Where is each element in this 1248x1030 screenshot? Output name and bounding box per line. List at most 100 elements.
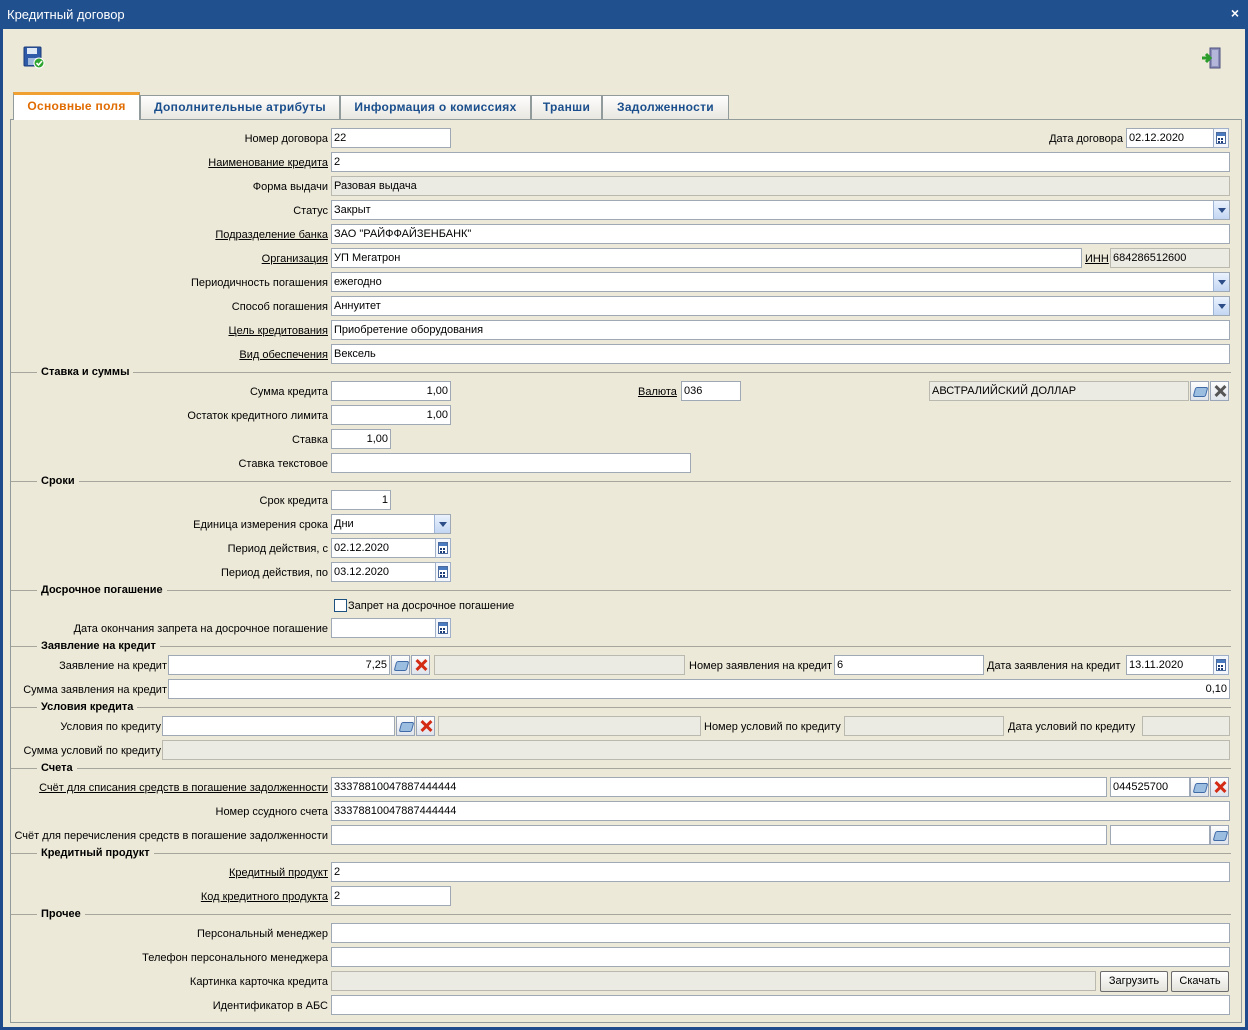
bank-division-label[interactable]: Подразделение банка bbox=[215, 225, 328, 245]
repay-period-select[interactable]: ежегодно bbox=[331, 272, 1230, 292]
cond-date-label: Дата условий по кредиту bbox=[1008, 721, 1136, 733]
close-icon[interactable]: × bbox=[1231, 5, 1239, 21]
tab-main-fields[interactable]: Основные поля bbox=[13, 92, 140, 120]
term-unit-label: Единица измерения срока bbox=[193, 519, 328, 531]
section-terms: Сроки bbox=[11, 474, 1231, 488]
credit-name-field[interactable]: 2 bbox=[331, 152, 1230, 172]
collateral-label[interactable]: Вид обеспечения bbox=[239, 345, 328, 365]
upload-button[interactable]: Загрузить bbox=[1100, 971, 1168, 992]
product-code-label[interactable]: Код кредитного продукта bbox=[201, 887, 328, 907]
collateral-field[interactable]: Вексель bbox=[331, 344, 1230, 364]
download-button[interactable]: Скачать bbox=[1171, 971, 1229, 992]
organization-field[interactable]: УП Мегатрон bbox=[331, 248, 1082, 268]
ban-end-label: Дата окончания запрета на досрочное пога… bbox=[73, 623, 328, 635]
client-area: Основные поля Дополнительные атрибуты Ин… bbox=[3, 29, 1245, 1027]
contract-date-label: Дата договора bbox=[1049, 133, 1123, 145]
inn-label[interactable]: ИНН bbox=[1085, 249, 1109, 269]
exit-door-icon[interactable] bbox=[1200, 46, 1224, 70]
bank-division-field[interactable]: ЗАО "РАЙФФАЙЗЕНБАНК" bbox=[331, 224, 1230, 244]
status-label: Статус bbox=[293, 205, 328, 217]
clear-icon[interactable] bbox=[411, 655, 430, 675]
status-select[interactable]: Закрыт bbox=[331, 200, 1230, 220]
credit-name-label[interactable]: Наименование кредита bbox=[208, 153, 328, 173]
term-unit-select[interactable]: Дни bbox=[331, 514, 451, 534]
debit-account-field[interactable]: 33378810047887444444 bbox=[331, 777, 1107, 797]
product-label[interactable]: Кредитный продукт bbox=[229, 863, 328, 883]
rate-field[interactable]: 1,00 bbox=[331, 429, 391, 449]
amount-field[interactable]: 1,00 bbox=[331, 381, 451, 401]
loan-account-field[interactable]: 33378810047887444444 bbox=[331, 801, 1230, 821]
card-image-label: Картинка карточка кредита bbox=[189, 976, 328, 988]
product-code-field[interactable]: 2 bbox=[331, 886, 451, 906]
ban-end-field[interactable] bbox=[331, 618, 436, 638]
chevron-down-icon[interactable] bbox=[1213, 297, 1229, 315]
app-label: Заявление на кредит bbox=[59, 660, 167, 672]
tab-debts[interactable]: Задолженности bbox=[602, 95, 729, 119]
manager-phone-field[interactable] bbox=[331, 947, 1230, 967]
debit-bik-field[interactable]: 044525700 bbox=[1110, 777, 1190, 797]
window-title: Кредитный договор bbox=[7, 7, 125, 22]
rate-label: Ставка bbox=[292, 434, 328, 446]
app-field[interactable]: 7,25 bbox=[168, 655, 390, 675]
period-to-label: Период действия, по bbox=[221, 567, 328, 579]
repay-method-select[interactable]: Аннуитет bbox=[331, 296, 1230, 316]
contract-date-calendar-icon[interactable] bbox=[1213, 128, 1229, 148]
issue-form-field: Разовая выдача bbox=[331, 176, 1230, 196]
tab-tranches[interactable]: Транши bbox=[531, 95, 602, 119]
period-to-field[interactable]: 03.12.2020 bbox=[331, 562, 436, 582]
app-number-field[interactable]: 6 bbox=[834, 655, 984, 675]
chevron-down-icon[interactable] bbox=[1213, 201, 1229, 219]
save-disk-icon[interactable] bbox=[23, 46, 45, 70]
window: Кредитный договор × Основные поля Дополн… bbox=[0, 0, 1248, 1030]
clear-icon[interactable] bbox=[1210, 381, 1229, 401]
currency-name-field: АВСТРАЛИЙСКИЙ ДОЛЛАР bbox=[929, 381, 1189, 401]
repay-period-label: Периодичность погашения bbox=[190, 277, 328, 289]
tab-additional-attributes[interactable]: Дополнительные атрибуты bbox=[140, 95, 340, 119]
debit-account-label[interactable]: Счёт для списания средств в погашение за… bbox=[39, 778, 328, 798]
ban-end-calendar-icon[interactable] bbox=[435, 618, 451, 638]
title-bar[interactable]: Кредитный договор × bbox=[0, 0, 1248, 29]
loan-account-label: Номер ссудного счета bbox=[215, 806, 329, 818]
abs-id-field[interactable] bbox=[331, 995, 1230, 1015]
contract-date-field[interactable]: 02.12.2020 bbox=[1126, 128, 1214, 148]
period-from-calendar-icon[interactable] bbox=[435, 538, 451, 558]
clear-icon[interactable] bbox=[1210, 777, 1229, 797]
contract-number-field[interactable]: 22 bbox=[331, 128, 451, 148]
section-product: Кредитный продукт bbox=[11, 846, 1231, 860]
early-ban-checkbox[interactable] bbox=[334, 599, 347, 612]
purpose-label[interactable]: Цель кредитования bbox=[228, 321, 328, 341]
product-field[interactable]: 2 bbox=[331, 862, 1230, 882]
open-lookup-icon[interactable] bbox=[1210, 825, 1229, 845]
open-lookup-icon[interactable] bbox=[396, 716, 415, 736]
rate-text-label: Ставка текстовое bbox=[238, 458, 328, 470]
rate-text-field[interactable] bbox=[331, 453, 691, 473]
organization-label[interactable]: Организация bbox=[262, 249, 328, 269]
open-lookup-icon[interactable] bbox=[1190, 777, 1209, 797]
app-sum-field[interactable]: 0,10 bbox=[168, 679, 1230, 699]
chevron-down-icon[interactable] bbox=[434, 515, 450, 533]
term-field[interactable]: 1 bbox=[331, 490, 391, 510]
section-accounts-title: Счета bbox=[37, 761, 77, 775]
cond-sum-field bbox=[162, 740, 1230, 760]
open-lookup-icon[interactable] bbox=[1190, 381, 1209, 401]
manager-field[interactable] bbox=[331, 923, 1230, 943]
cond-field[interactable] bbox=[162, 716, 395, 736]
purpose-field[interactable]: Приобретение оборудования bbox=[331, 320, 1230, 340]
currency-code-field[interactable]: 036 bbox=[681, 381, 741, 401]
transfer-bik-field[interactable] bbox=[1110, 825, 1210, 845]
limit-rest-field[interactable]: 1,00 bbox=[331, 405, 451, 425]
period-from-label: Период действия, с bbox=[227, 543, 328, 555]
period-to-calendar-icon[interactable] bbox=[435, 562, 451, 582]
clear-icon[interactable] bbox=[416, 716, 435, 736]
transfer-account-field[interactable] bbox=[331, 825, 1107, 845]
section-accounts: Счета bbox=[11, 761, 1231, 775]
currency-label[interactable]: Валюта bbox=[638, 382, 677, 402]
section-other-title: Прочее bbox=[37, 907, 85, 921]
chevron-down-icon[interactable] bbox=[1213, 273, 1229, 291]
app-date-calendar-icon[interactable] bbox=[1213, 655, 1229, 675]
open-lookup-icon[interactable] bbox=[391, 655, 410, 675]
section-rates: Ставка и суммы bbox=[11, 365, 1231, 379]
app-date-field[interactable]: 13.11.2020 bbox=[1126, 655, 1214, 675]
period-from-field[interactable]: 02.12.2020 bbox=[331, 538, 436, 558]
tab-commissions[interactable]: Информация о комиссиях bbox=[340, 95, 531, 119]
